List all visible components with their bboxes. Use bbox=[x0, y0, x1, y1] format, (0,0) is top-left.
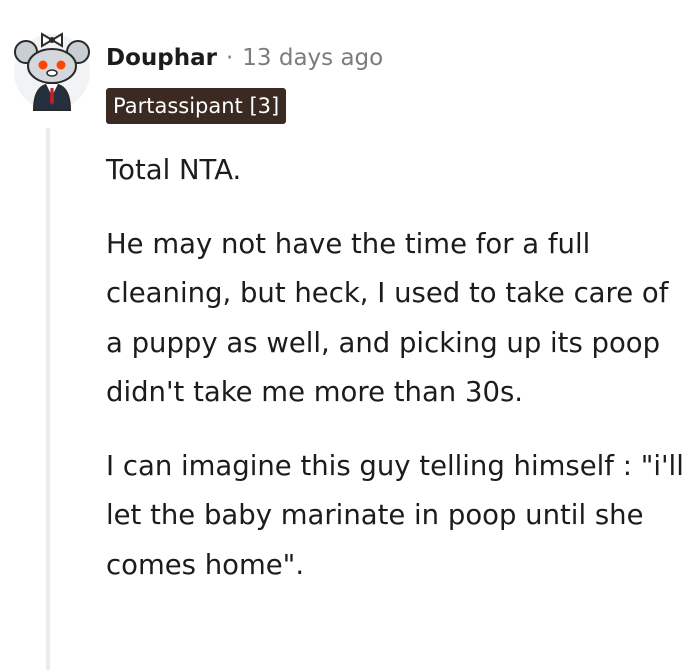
author-username[interactable]: Douphar bbox=[106, 45, 217, 71]
thread-collapse-line[interactable] bbox=[46, 128, 50, 670]
comment-body: Total NTA. He may not have the time for … bbox=[106, 146, 691, 614]
meta-separator: · bbox=[225, 45, 234, 71]
comment-timestamp[interactable]: 13 days ago bbox=[242, 45, 383, 71]
user-flair-badge: Partassipant [3] bbox=[106, 88, 287, 124]
snoo-avatar-icon bbox=[14, 32, 90, 111]
comment: Douphar · 13 days ago Partassipant [3] T… bbox=[0, 0, 700, 670]
comment-paragraph: Total NTA. bbox=[106, 154, 242, 186]
avatar[interactable] bbox=[12, 26, 92, 114]
comment-header: Douphar · 13 days ago bbox=[106, 38, 383, 78]
comment-paragraph: I can imagine this guy telling himself :… bbox=[106, 449, 684, 581]
comment-paragraph: He may not have the time for a full clea… bbox=[106, 227, 669, 409]
